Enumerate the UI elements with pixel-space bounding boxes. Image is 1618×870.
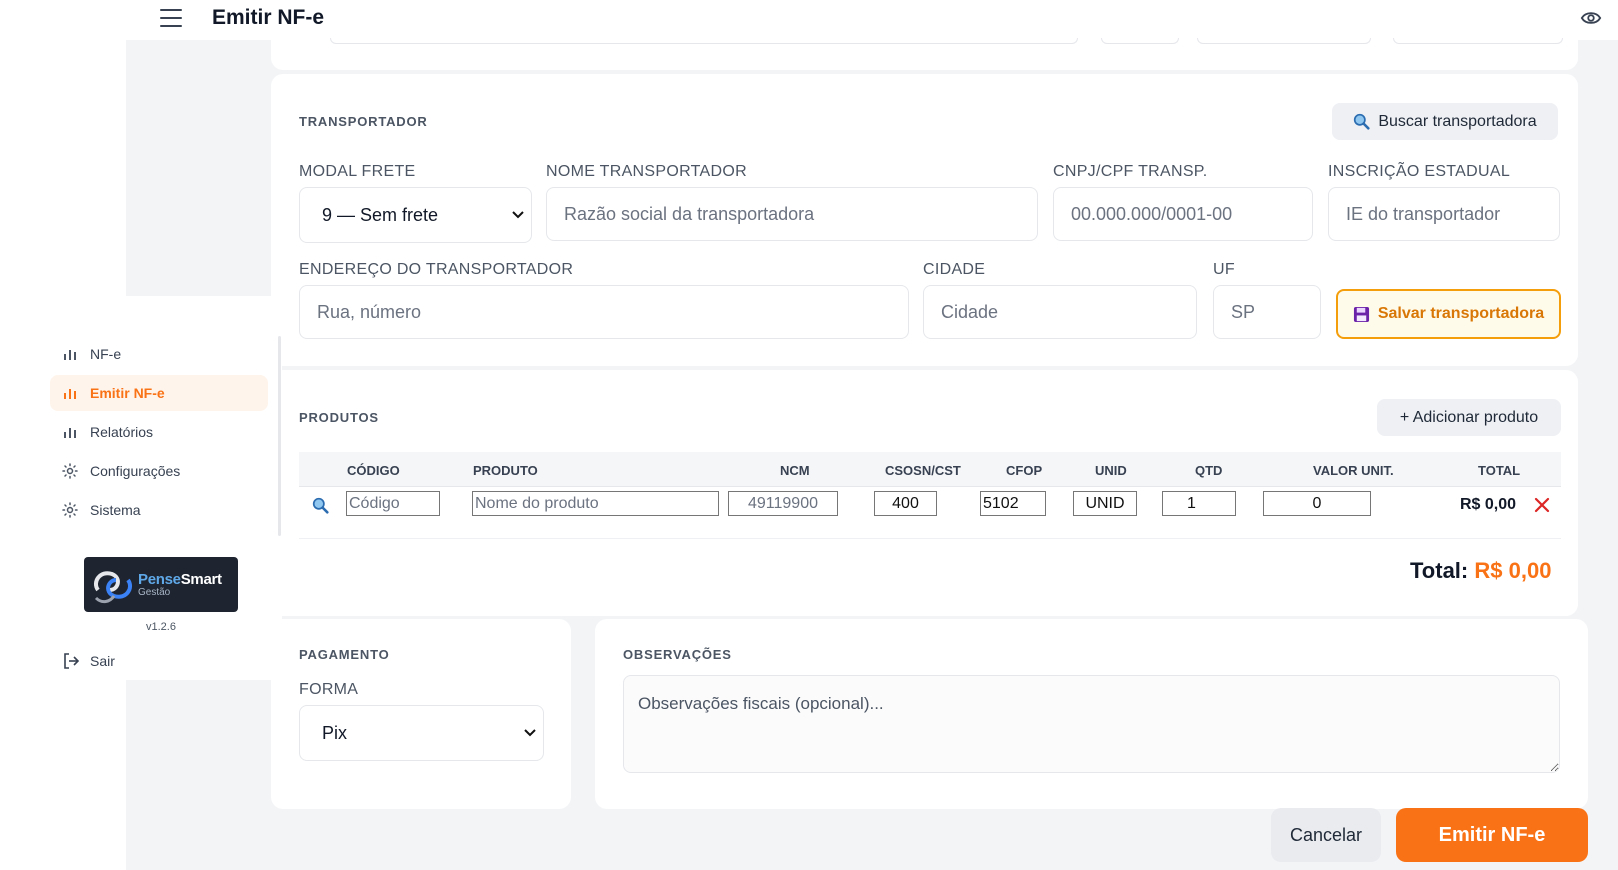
cancel-button[interactable]: Cancelar — [1271, 808, 1381, 862]
sidebar-item-label: Relatórios — [90, 424, 154, 440]
emit-nfe-button[interactable]: Emitir NF-e — [1396, 808, 1588, 862]
unid-input[interactable] — [1073, 491, 1137, 516]
sidebar-item-nfe[interactable]: NF-e — [50, 336, 268, 372]
sidebar-item-label: Configurações — [90, 463, 181, 479]
previous-field-edges — [1393, 38, 1563, 44]
logo-name-part2: Smart — [180, 571, 222, 588]
add-product-button[interactable]: + Adicionar produto — [1377, 399, 1561, 436]
logo-name-part1: Pense — [138, 571, 181, 588]
csosn-input[interactable] — [874, 491, 937, 516]
col-cfop: CFOP — [1006, 463, 1043, 478]
chevron-down-icon — [512, 211, 524, 219]
col-produto: PRODUTO — [473, 463, 538, 478]
sidebar-item-relatorios[interactable]: Relatórios — [50, 414, 268, 450]
col-ncm: NCM — [780, 463, 810, 478]
sidebar-item-label: Emitir NF-e — [90, 385, 165, 401]
save-transportadora-button[interactable]: Salvar transportadora — [1336, 289, 1561, 339]
grand-total-value: R$ 0,00 — [1474, 558, 1552, 583]
pensesmart-logo: PenseSmart Gestão — [84, 557, 238, 612]
codigo-input[interactable] — [346, 491, 440, 516]
produto-input[interactable] — [472, 491, 719, 516]
page-title: Emitir NF-e — [212, 6, 325, 29]
sidebar-item-label: Sistema — [90, 502, 141, 518]
endereco-label: ENDEREÇO DO TRANSPORTADOR — [299, 261, 574, 278]
gear-icon — [62, 463, 78, 479]
row-total: R$ 0,00 — [1460, 496, 1517, 513]
sidebar-item-configuracoes[interactable]: Configurações — [50, 453, 268, 489]
previous-field-edges — [330, 38, 1078, 44]
sidebar-item-label: NF-e — [90, 346, 122, 362]
endereco-input[interactable] — [299, 285, 909, 339]
cfop-input[interactable] — [980, 491, 1046, 516]
cidade-input[interactable] — [923, 285, 1197, 339]
bar-chart-icon — [62, 385, 78, 401]
nome-transportador-input[interactable] — [546, 187, 1038, 241]
col-csosn: CSOSN/CST — [885, 463, 961, 478]
search-icon — [1354, 113, 1370, 130]
inscricao-estadual-input[interactable] — [1328, 187, 1560, 241]
sidebar-item-sistema[interactable]: Sistema — [50, 492, 268, 528]
logo-mark-icon — [93, 570, 133, 603]
produtos-section-title: PRODUTOS — [299, 410, 379, 425]
uf-input[interactable] — [1213, 285, 1321, 339]
sidebar-scrollbar[interactable] — [278, 336, 281, 536]
observacoes-section-title: OBSERVAÇÕES — [623, 647, 732, 662]
col-total: TOTAL — [1478, 463, 1521, 478]
logo-subtitle: Gestão — [138, 587, 171, 598]
bar-chart-icon — [62, 346, 78, 362]
forma-pagamento-select[interactable]: Pix — [299, 705, 544, 761]
inscricao-estadual-label: INSCRIÇÃO ESTADUAL — [1328, 163, 1511, 180]
grand-total: Total: R$ 0,00 — [1410, 558, 1551, 584]
logout-icon — [64, 653, 80, 669]
ncm-input[interactable] — [728, 491, 838, 516]
bar-chart-icon — [62, 424, 78, 440]
sidebar-item-emitir-nfe[interactable]: Emitir NF-e — [50, 375, 268, 411]
modal-frete-value: 9 — Sem frete — [322, 204, 439, 225]
gear-icon — [62, 502, 78, 518]
grand-total-label: Total: — [1410, 558, 1469, 583]
table-row-bottom — [299, 538, 1561, 539]
app-version: v1.2.6 — [146, 621, 176, 633]
valor-unit-input[interactable] — [1263, 491, 1371, 516]
close-icon[interactable] — [1533, 496, 1551, 514]
top-bar: Emitir NF-e — [0, 0, 1618, 40]
pagamento-section-title: PAGAMENTO — [299, 647, 390, 662]
forma-label: FORMA — [299, 681, 359, 698]
uf-label: UF — [1213, 261, 1235, 278]
floppy-disk-icon — [1353, 306, 1369, 322]
logout-button[interactable]: Sair — [62, 652, 115, 670]
search-icon[interactable] — [312, 497, 329, 514]
col-valor-unit: VALOR UNIT. — [1313, 463, 1394, 478]
save-transportadora-label: Salvar transportadora — [1377, 305, 1545, 322]
forma-pagamento-value: Pix — [322, 722, 348, 743]
modal-frete-select[interactable]: 9 — Sem frete — [299, 187, 532, 243]
cidade-label: CIDADE — [923, 261, 986, 278]
cnpj-transp-label: CNPJ/CPF TRANSP. — [1053, 163, 1208, 180]
nome-transportador-label: NOME TRANSPORTADOR — [546, 163, 747, 180]
menu-icon[interactable] — [160, 9, 182, 27]
eye-icon[interactable] — [1580, 8, 1602, 28]
search-transportadora-label: Buscar transportadora — [1378, 112, 1537, 130]
col-qtd: QTD — [1195, 463, 1223, 478]
col-codigo: CÓDIGO — [347, 463, 400, 478]
logout-label: Sair — [90, 653, 115, 669]
previous-field-edges — [1101, 38, 1179, 44]
cnpj-transp-input[interactable] — [1053, 187, 1313, 241]
chevron-down-icon — [524, 729, 536, 737]
qtd-input[interactable] — [1162, 491, 1236, 516]
search-transportadora-button[interactable]: Buscar transportadora — [1332, 103, 1558, 140]
observacoes-textarea[interactable] — [623, 675, 1560, 773]
col-unid: UNID — [1095, 463, 1127, 478]
previous-field-edges — [1197, 38, 1371, 44]
transportador-section-title: TRANSPORTADOR — [299, 114, 428, 129]
table-divider — [299, 486, 1561, 487]
modal-frete-label: MODAL FRETE — [299, 163, 416, 180]
